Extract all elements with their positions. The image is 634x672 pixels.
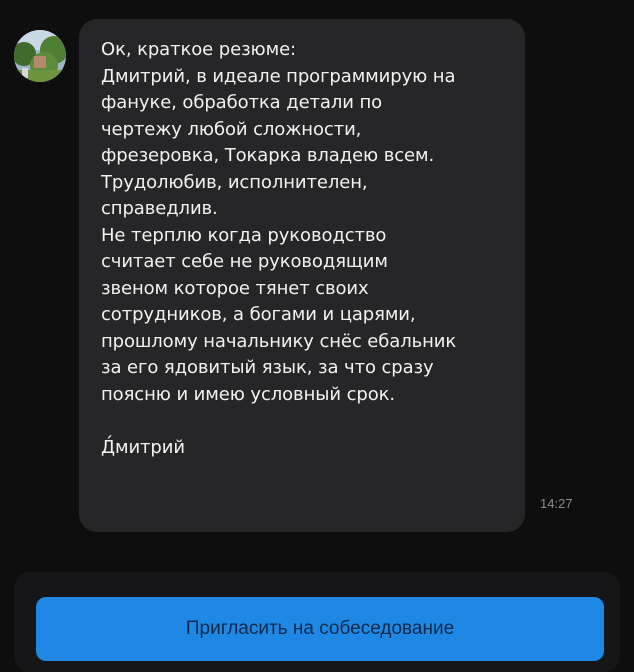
- message-line: Трудолюбив, исполнителен,: [101, 171, 368, 193]
- chat-area: Ок, краткое резюме: Дмитрий, в идеале пр…: [0, 0, 634, 560]
- message-line: прошлому начальнику снёс ебальник: [101, 330, 457, 352]
- avatar-photo: [14, 30, 66, 82]
- message-line: фануке, обработка детали по: [101, 92, 383, 113]
- message-line: поясню и имею условный срок.: [101, 383, 395, 405]
- message-text: Ок, краткое резюме: Дмитрий, в идеале пр…: [101, 37, 511, 461]
- message-line: чертежу любой сложности,: [101, 118, 362, 140]
- message-line: сотрудников, а богами и царями,: [101, 304, 416, 325]
- message-timestamp: 14:27: [540, 496, 573, 511]
- message-line: Дмитрий, в идеале программирую на: [101, 65, 456, 87]
- message-line: справедлив.: [101, 198, 218, 219]
- message-line: за его ядовитый язык, за что сразу: [101, 357, 434, 378]
- message-line: считает себе не руководящим: [101, 251, 388, 272]
- sender-avatar[interactable]: [14, 30, 66, 82]
- message-line: Не терплю когда руководство: [101, 224, 387, 246]
- message-signature: Д́митрий: [101, 436, 185, 458]
- message-line: звеном которое тянет своих: [101, 277, 369, 299]
- message-bubble[interactable]: Ок, краткое резюме: Дмитрий, в идеале пр…: [79, 19, 525, 532]
- message-line: Ок, краткое резюме:: [101, 39, 297, 60]
- invite-to-interview-button[interactable]: Пригласить на собеседование: [36, 597, 604, 661]
- message-line: фрезеровка, Токарка владею всем.: [101, 145, 435, 166]
